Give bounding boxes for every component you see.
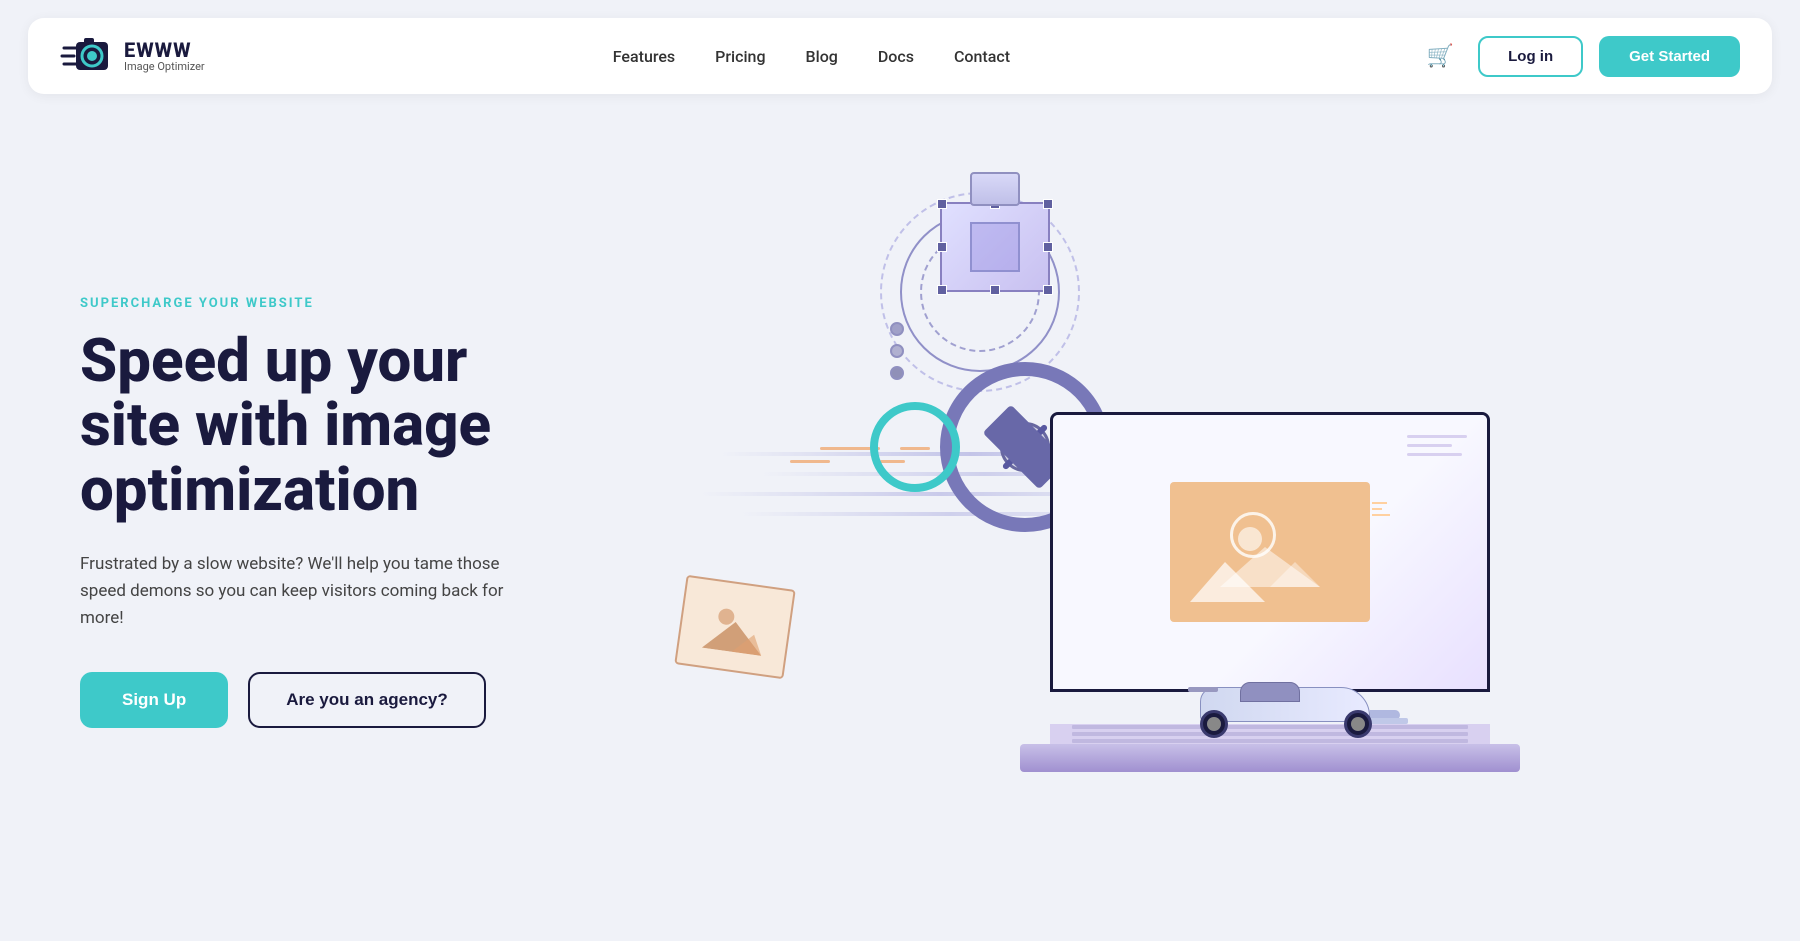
wheel-front [1344,710,1372,738]
hero-description: Frustrated by a slow website? We'll help… [80,551,540,633]
nav-blog[interactable]: Blog [806,47,838,66]
nav-actions: 🛒 Log in Get Started [1418,34,1740,78]
nav-features[interactable]: Features [613,47,675,66]
camera-box [940,202,1050,292]
car-wing-front [1368,718,1408,724]
teal-ring [870,402,960,492]
nav-docs[interactable]: Docs [878,47,914,66]
hero-buttons: Sign Up Are you an agency? [80,672,600,728]
agency-button[interactable]: Are you an agency? [248,672,486,728]
dot-column [890,322,904,380]
speed-dash-2 [790,460,830,463]
nav-pricing[interactable]: Pricing [715,47,765,66]
laptop-base [1020,744,1520,772]
hero-illustration [620,152,1720,872]
cart-icon[interactable]: 🛒 [1418,34,1462,78]
illustration [620,132,1520,832]
car-wing-rear [1188,687,1218,692]
hero-tagline: SUPERCHARGE YOUR WEBSITE [80,296,600,311]
get-started-button[interactable]: Get Started [1599,36,1740,77]
nav-contact[interactable]: Contact [954,47,1010,66]
hero-title: Speed up your site with image optimizati… [80,329,600,523]
laptop-screen-inner [1053,415,1487,689]
login-button[interactable]: Log in [1478,36,1583,77]
hero-left: SUPERCHARGE YOUR WEBSITE Speed up your s… [80,296,600,729]
screen-image [1170,482,1370,622]
signup-button[interactable]: Sign Up [80,672,228,728]
car-cockpit [1240,682,1300,702]
brand-name: EWWW [124,39,205,61]
wheel-rear [1200,710,1228,738]
logo-link[interactable]: EWWW Image Optimizer [60,30,205,82]
nav-links: Features Pricing Blog Docs Contact [613,47,1010,66]
photo-frame-left [674,575,795,679]
logo-icon [60,30,112,82]
laptop-screen [1050,412,1490,692]
brand-subtitle: Image Optimizer [124,61,205,73]
logo-text: EWWW Image Optimizer [124,39,205,73]
f1-car [1180,662,1400,742]
hero-section: SUPERCHARGE YOUR WEBSITE Speed up your s… [0,112,1800,872]
navbar: EWWW Image Optimizer Features Pricing Bl… [28,18,1772,94]
